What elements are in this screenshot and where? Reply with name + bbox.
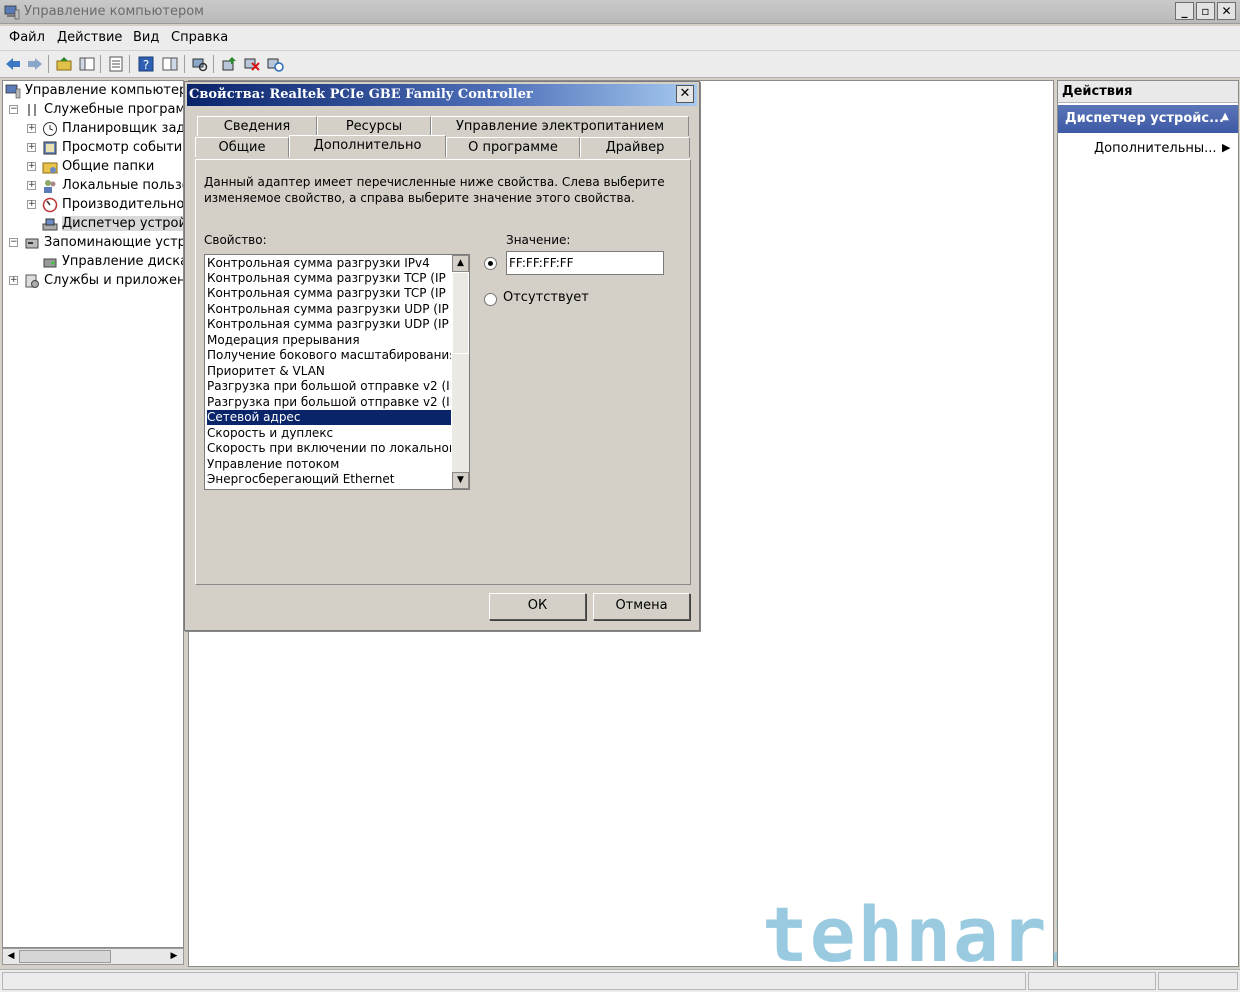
tab-power-management[interactable]: Управление электропитанием: [431, 116, 689, 136]
uninstall-device-icon[interactable]: [243, 55, 261, 73]
window-title: Управление компьютером: [24, 4, 204, 19]
close-window-button[interactable]: ✕: [1217, 2, 1236, 20]
device-manager-icon: [42, 218, 58, 231]
actions-header: Действия: [1058, 81, 1238, 103]
expand-icon[interactable]: +: [27, 200, 36, 209]
svg-text:?: ?: [143, 58, 149, 72]
list-item[interactable]: Модерация прерывания: [207, 333, 451, 348]
list-item[interactable]: Контрольная сумма разгрузки UDP (IP: [207, 317, 451, 332]
back-arrow-icon[interactable]: [4, 55, 22, 73]
menu-bar: Файл Действие Вид Справка: [0, 26, 1240, 50]
collapse-icon[interactable]: −: [9, 105, 18, 114]
users-icon: [44, 180, 56, 193]
listbox-scrollbar[interactable]: ▲ ▼: [452, 255, 469, 489]
expand-icon[interactable]: +: [27, 162, 36, 171]
properties-icon[interactable]: [107, 55, 125, 73]
list-item[interactable]: Контрольная сумма разгрузки IPv4: [207, 256, 451, 271]
list-item[interactable]: Контрольная сумма разгрузки TCP (IP: [207, 271, 451, 286]
value-label: Значение:: [506, 233, 571, 247]
list-item[interactable]: Скорость при включении по локальной: [207, 441, 451, 456]
list-item[interactable]: Энергосберегающий Ethernet: [207, 472, 451, 487]
scroll-left-icon[interactable]: ◀: [4, 950, 18, 963]
status-bar: [0, 969, 1240, 992]
value-radio[interactable]: [484, 257, 497, 270]
list-item[interactable]: Управление потоком: [207, 457, 451, 472]
menu-action[interactable]: Действие: [57, 30, 122, 45]
update-driver-icon[interactable]: [220, 55, 238, 73]
tab-driver[interactable]: Драйвер: [580, 137, 690, 157]
expand-icon[interactable]: +: [27, 143, 36, 152]
properties-dialog: Свойства: Realtek PCIe GBE Family Contro…: [184, 81, 700, 631]
actions-group-device-manager[interactable]: Диспетчер устройс... ▲: [1058, 105, 1238, 133]
event-viewer-icon: [43, 141, 57, 155]
dialog-title: Свойства: Realtek PCIe GBE Family Contro…: [187, 84, 697, 106]
list-item[interactable]: Разгрузка при большой отправке v2 (II: [207, 395, 451, 410]
show-hide-tree-icon[interactable]: [78, 55, 96, 73]
view-panel-icon[interactable]: [161, 55, 179, 73]
tab-about[interactable]: О программе: [446, 137, 580, 157]
menu-help[interactable]: Справка: [171, 30, 228, 45]
services-icon: [25, 274, 39, 288]
console-tree: Управление компьютеро − Служебные програ…: [2, 80, 184, 948]
menu-view[interactable]: Вид: [133, 30, 159, 45]
disk-icon: [43, 258, 57, 268]
up-folder-icon[interactable]: [55, 55, 73, 73]
forward-arrow-icon[interactable]: [26, 55, 44, 73]
submenu-arrow-icon: ▶: [1222, 141, 1231, 154]
adapter-description: Данный адаптер имеет перечисленные ниже …: [204, 175, 665, 205]
shared-folder-icon: [42, 162, 58, 174]
tab-resources[interactable]: Ресурсы: [317, 116, 431, 136]
scan-hardware-icon[interactable]: [191, 55, 209, 73]
property-label: Свойство:: [204, 233, 267, 247]
list-item[interactable]: Разгрузка при большой отправке v2 (II: [207, 379, 451, 394]
tab-details[interactable]: Сведения: [197, 116, 317, 136]
tree-horizontal-scrollbar[interactable]: ◀ ▶: [2, 948, 184, 965]
list-item-selected[interactable]: Сетевой адрес: [207, 410, 451, 425]
list-item[interactable]: Получение бокового масштабирования: [207, 348, 451, 363]
tab-general[interactable]: Общие: [195, 137, 289, 157]
computer-management-icon: [5, 84, 21, 99]
scroll-right-icon[interactable]: ▶: [167, 950, 181, 963]
computer-management-icon: [4, 5, 20, 20]
actions-more-item[interactable]: Дополнительны...: [1094, 141, 1217, 156]
window-titlebar: Управление компьютером _ ▫ ✕: [0, 0, 1240, 24]
list-item[interactable]: Контрольная сумма разгрузки UDP (IP: [207, 302, 451, 317]
expand-icon[interactable]: +: [27, 181, 36, 190]
collapse-icon[interactable]: −: [9, 238, 18, 247]
list-item[interactable]: Контрольная сумма разгрузки TCP (IP: [207, 286, 451, 301]
collapse-up-icon[interactable]: ▲: [1221, 111, 1229, 122]
toolbar: ?: [0, 51, 1240, 78]
enable-device-icon[interactable]: [266, 55, 284, 73]
expand-icon[interactable]: +: [9, 276, 18, 285]
absent-label: Отсутствует: [503, 290, 589, 305]
ok-button[interactable]: ОК: [489, 593, 586, 620]
network-address-input[interactable]: [506, 251, 664, 275]
scrollbar-thumb[interactable]: [19, 950, 111, 963]
performance-icon: [42, 197, 58, 213]
cancel-button[interactable]: Отмена: [593, 593, 690, 620]
menu-file[interactable]: Файл: [9, 30, 45, 45]
property-listbox[interactable]: Контрольная сумма разгрузки IPv4 Контрол…: [204, 254, 470, 490]
advanced-tab-panel: Данный адаптер имеет перечисленные ниже …: [195, 159, 691, 585]
scroll-up-icon[interactable]: ▲: [452, 255, 469, 272]
maximize-button[interactable]: ▫: [1196, 2, 1215, 20]
tools-icon: [28, 104, 36, 116]
help-icon[interactable]: ?: [137, 55, 155, 73]
minimize-button[interactable]: _: [1175, 2, 1194, 20]
dialog-close-button[interactable]: ✕: [676, 85, 694, 103]
list-item[interactable]: Приоритет & VLAN: [207, 364, 451, 379]
tab-advanced[interactable]: Дополнительно: [289, 135, 446, 157]
expand-icon[interactable]: +: [27, 124, 36, 133]
scroll-down-icon[interactable]: ▼: [452, 472, 469, 489]
scrollbar-thumb[interactable]: [452, 272, 469, 354]
list-item[interactable]: Скорость и дуплекс: [207, 426, 451, 441]
storage-icon: [25, 238, 39, 249]
actions-pane: Действия Диспетчер устройс... ▲ Дополнит…: [1057, 80, 1239, 967]
clock-icon: [43, 122, 57, 136]
absent-radio[interactable]: [484, 293, 497, 306]
